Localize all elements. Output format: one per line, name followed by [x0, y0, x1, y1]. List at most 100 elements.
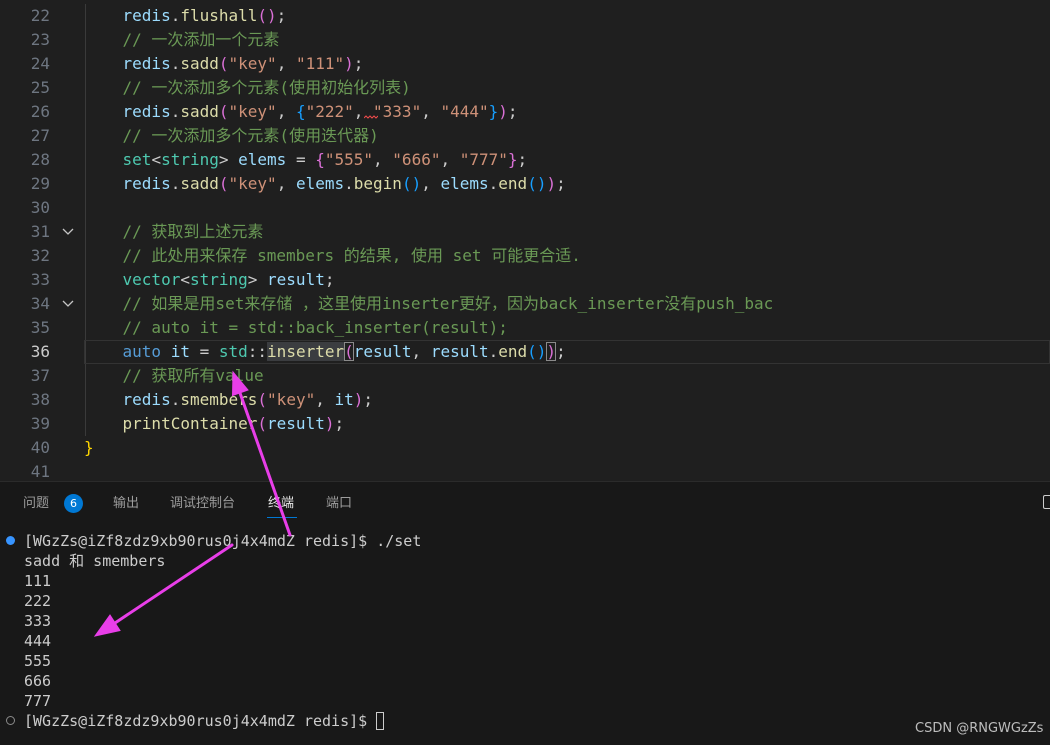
code-token: redis: [122, 102, 171, 121]
code-text[interactable]: // 一次添加多个元素(使用初始化列表): [84, 76, 411, 100]
maximize-panel-icon[interactable]: [1043, 495, 1050, 509]
code-token: ;: [363, 390, 374, 409]
tab-ports[interactable]: 端口: [326, 495, 352, 513]
code-token: it: [170, 342, 190, 361]
code-text[interactable]: printContainer(result);: [84, 412, 345, 436]
code-token: printContainer: [122, 414, 258, 433]
error-squiggle: [364, 115, 378, 119]
code-token: ::: [247, 342, 268, 361]
tab-terminal[interactable]: 终端: [268, 495, 294, 513]
terminal-prompt[interactable]: [WGzZs@iZf8zdz9xb90rus0j4x4mdZ redis]$: [24, 711, 385, 731]
code-text[interactable]: // 一次添加多个元素(使用迭代器): [84, 124, 379, 148]
code-text[interactable]: // auto it = std::back_inserter(result);: [84, 316, 508, 340]
code-line[interactable]: 30: [0, 196, 1050, 220]
filled-circle-icon[interactable]: [6, 536, 15, 545]
code-text[interactable]: // 此处用来保存 smembers 的结果, 使用 set 可能更合适.: [84, 244, 581, 268]
code-line[interactable]: 29 redis.sadd("key", elems.begin(), elem…: [0, 172, 1050, 196]
code-token: ): [498, 102, 508, 121]
code-text[interactable]: redis.smembers("key", it);: [84, 388, 374, 412]
code-line[interactable]: 37 // 获取所有value: [0, 364, 1050, 388]
code-line[interactable]: 38 redis.smembers("key", it);: [0, 388, 1050, 412]
tab-debug-console[interactable]: 调试控制台: [170, 495, 235, 513]
code-token: sadd: [180, 174, 219, 193]
code-token: ;: [276, 6, 287, 25]
code-line[interactable]: 35 // auto it = std::back_inserter(resul…: [0, 316, 1050, 340]
hollow-circle-icon[interactable]: [6, 716, 15, 725]
code-text[interactable]: // 获取到上述元素: [84, 220, 264, 244]
code-text[interactable]: redis.sadd("key", elems.begin(), elems.e…: [84, 172, 566, 196]
watermark: CSDN @RNGWGzZs: [915, 721, 1044, 736]
terminal-text: 111: [24, 572, 52, 590]
code-text[interactable]: set<string> elems = {"555", "666", "777"…: [84, 148, 528, 172]
tab-problems[interactable]: 问题: [23, 495, 49, 513]
code-line[interactable]: 24 redis.sadd("key", "111");: [0, 52, 1050, 76]
code-token: .: [170, 174, 181, 193]
code-token: end: [498, 342, 528, 361]
code-line[interactable]: 27 // 一次添加多个元素(使用迭代器): [0, 124, 1050, 148]
code-line[interactable]: 23 // 一次添加一个元素: [0, 28, 1050, 52]
code-line[interactable]: 26 redis.sadd("key", {"222", "333", "444…: [0, 100, 1050, 124]
code-token: (): [401, 174, 422, 193]
code-token: std: [218, 342, 248, 361]
code-token: }: [84, 438, 94, 457]
code-token: ,: [421, 102, 441, 121]
code-token: ;: [353, 54, 364, 73]
terminal-line: 777: [0, 691, 1050, 711]
code-text[interactable]: // 如果是用set来存储 ，这里使用inserter更好，因为back_ins…: [84, 292, 774, 316]
code-line[interactable]: 31 // 获取到上述元素: [0, 220, 1050, 244]
code-text[interactable]: // 获取所有value: [84, 364, 264, 388]
code-token: // 一次添加一个元素: [122, 30, 280, 49]
code-token: ;: [507, 102, 518, 121]
terminal-text: [WGzZs@iZf8zdz9xb90rus0j4x4mdZ redis]$: [24, 712, 377, 730]
code-line[interactable]: 22 redis.flushall();: [0, 4, 1050, 28]
fold-chevron-icon[interactable]: [61, 298, 75, 310]
code-token: elems: [238, 150, 287, 169]
code-line[interactable]: 28 set<string> elems = {"555", "666", "7…: [0, 148, 1050, 172]
code-token: // 获取所有value: [122, 366, 264, 385]
code-token: (: [218, 102, 229, 121]
line-number: 40: [30, 438, 50, 457]
fold-chevron-icon[interactable]: [61, 226, 75, 238]
code-line[interactable]: 34 // 如果是用set来存储 ，这里使用inserter更好，因为back_…: [0, 292, 1050, 316]
code-token: "666": [392, 150, 441, 169]
bottom-panel[interactable]: 问题 6 输出 调试控制台 终端 端口 [WGzZs@iZf8zdz9xb90r…: [0, 481, 1050, 745]
code-token: ;: [556, 342, 566, 361]
code-editor[interactable]: 22 redis.flushall(); 23 // 一次添加一个元素 24 red…: [0, 0, 1050, 481]
code-token: it: [334, 390, 354, 409]
code-text[interactable]: vector<string> result;: [84, 268, 335, 292]
code-token: set: [122, 150, 152, 169]
terminal-line: 333: [0, 611, 1050, 631]
code-text[interactable]: redis.sadd("key", {"222", "333", "444"})…: [84, 100, 518, 124]
code-line[interactable]: 39 printContainer(result);: [0, 412, 1050, 436]
highlighted-word: inserter: [267, 342, 345, 361]
code-token: "111": [295, 54, 345, 73]
line-number: 38: [30, 390, 50, 409]
code-token: .: [170, 102, 181, 121]
code-line[interactable]: 32 // 此处用来保存 smembers 的结果, 使用 set 可能更合适.: [0, 244, 1050, 268]
code-line[interactable]: 40}: [0, 436, 1050, 460]
code-text[interactable]: redis.flushall();: [84, 4, 287, 28]
code-text[interactable]: }: [84, 436, 94, 460]
code-line[interactable]: 25 // 一次添加多个元素(使用初始化列表): [0, 76, 1050, 100]
code-line-active[interactable]: 36 auto it = std::inserter(result, resul…: [0, 340, 1050, 364]
code-text[interactable]: // 一次添加一个元素: [84, 28, 280, 52]
line-number: 41: [30, 462, 50, 481]
code-line[interactable]: 41: [0, 460, 1050, 481]
code-token: ): [353, 390, 364, 409]
terminal-text: 222: [24, 592, 52, 610]
tab-output[interactable]: 输出: [113, 495, 139, 513]
code-token: (): [527, 174, 547, 193]
line-number: 22: [30, 6, 50, 25]
code-line[interactable]: 33 vector<string> result;: [0, 268, 1050, 292]
code-text[interactable]: auto it = std::inserter(result, result.e…: [84, 340, 566, 364]
code-token: (): [257, 6, 277, 25]
line-number: 34: [30, 294, 50, 313]
code-text[interactable]: redis.sadd("key", "111");: [84, 52, 364, 76]
code-token: result: [267, 414, 325, 433]
terminal-line: sadd 和 smembers: [0, 551, 1050, 571]
